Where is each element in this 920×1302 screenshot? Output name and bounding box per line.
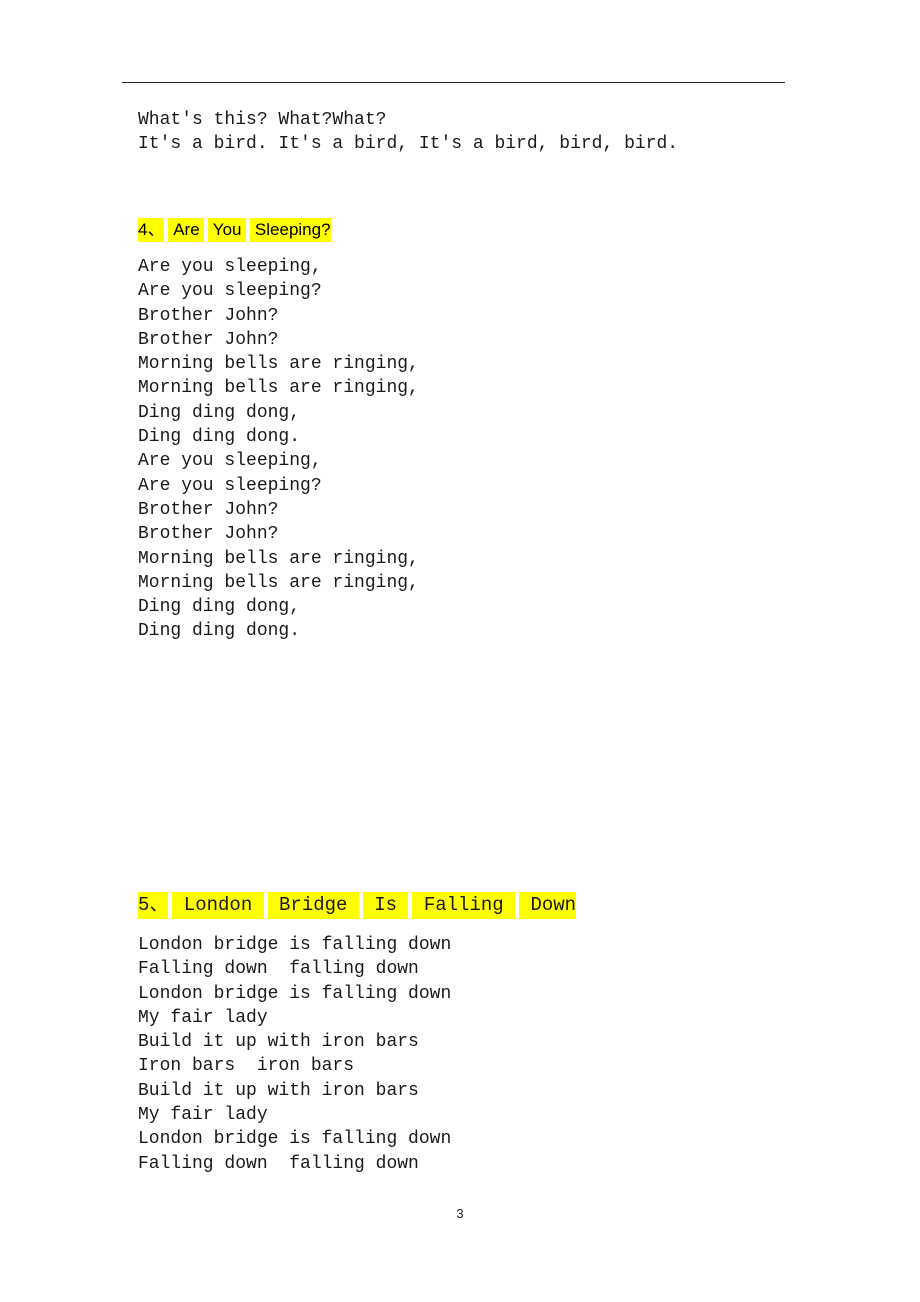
lyrics-block-are-you-sleeping: Are you sleeping, Are you sleeping? Brothe… (138, 255, 419, 644)
lyric-line: It's a bird. It's a bird, It's a bird, b… (138, 134, 679, 155)
heading-word: Is (362, 892, 409, 919)
lyric-line: Falling down falling down (138, 1153, 419, 1174)
lyric-line: Build it up with iron bars (138, 1032, 419, 1053)
lyric-line: Falling down falling down (138, 959, 419, 980)
heading-word: London (172, 892, 264, 919)
lyric-line: Are you sleeping? (138, 475, 322, 496)
lyric-line: Brother John? (138, 524, 279, 545)
lyric-line: My fair lady (138, 1105, 268, 1126)
lyric-line: Morning bells are ringing, (138, 354, 419, 375)
lyrics-block-bird-song: What's this? What?What? It's a bird. It's… (138, 108, 678, 157)
lyric-line: Ding ding dong, (138, 402, 301, 423)
lyric-line: Brother John? (138, 305, 279, 326)
heading-word: Down (519, 892, 577, 919)
lyric-line: My fair lady (138, 1007, 268, 1028)
lyric-line: Brother John? (138, 499, 279, 520)
document-page: What's this? What?What? It's a bird. It's… (0, 0, 920, 1302)
lyric-line: Build it up with iron bars (138, 1080, 419, 1101)
lyric-line: What's this? What?What? (138, 110, 387, 130)
heading-word: Falling (412, 892, 516, 919)
lyric-line: Are you sleeping? (138, 281, 322, 302)
lyric-line: Brother John? (138, 329, 279, 350)
lyric-line: Morning bells are ringing, (138, 378, 419, 399)
heading-word: Are (168, 218, 205, 242)
lyric-line: London bridge is falling down (138, 1129, 452, 1150)
heading-word: 5、 (138, 892, 169, 919)
lyric-line: Ding ding dong. (138, 427, 301, 448)
lyric-line: Morning bells are ringing, (138, 572, 419, 593)
lyric-line: Are you sleeping, (138, 257, 322, 277)
heading-word: Bridge (267, 892, 359, 919)
heading-word: Sleeping? (250, 218, 331, 242)
lyric-line: Iron bars iron bars (138, 1056, 355, 1077)
lyric-line: Ding ding dong. (138, 621, 301, 642)
lyric-line: London bridge is falling down (138, 935, 452, 955)
song-heading-4-are-you-sleeping: 4、 Are You Sleeping? (138, 218, 331, 242)
lyric-line: Morning bells are ringing, (138, 548, 419, 569)
header-rule (122, 82, 785, 83)
lyric-line: Ding ding dong, (138, 597, 301, 618)
lyric-line: London bridge is falling down (138, 983, 452, 1004)
heading-word: You (208, 218, 247, 242)
song-heading-5-london-bridge: 5、 London Bridge Is Falling Down (138, 892, 577, 919)
page-number: 3 (456, 1206, 464, 1221)
lyrics-block-london-bridge: London bridge is falling down Falling dow… (138, 933, 451, 1176)
lyric-line: Are you sleeping, (138, 451, 322, 472)
heading-word: 4、 (138, 218, 165, 242)
